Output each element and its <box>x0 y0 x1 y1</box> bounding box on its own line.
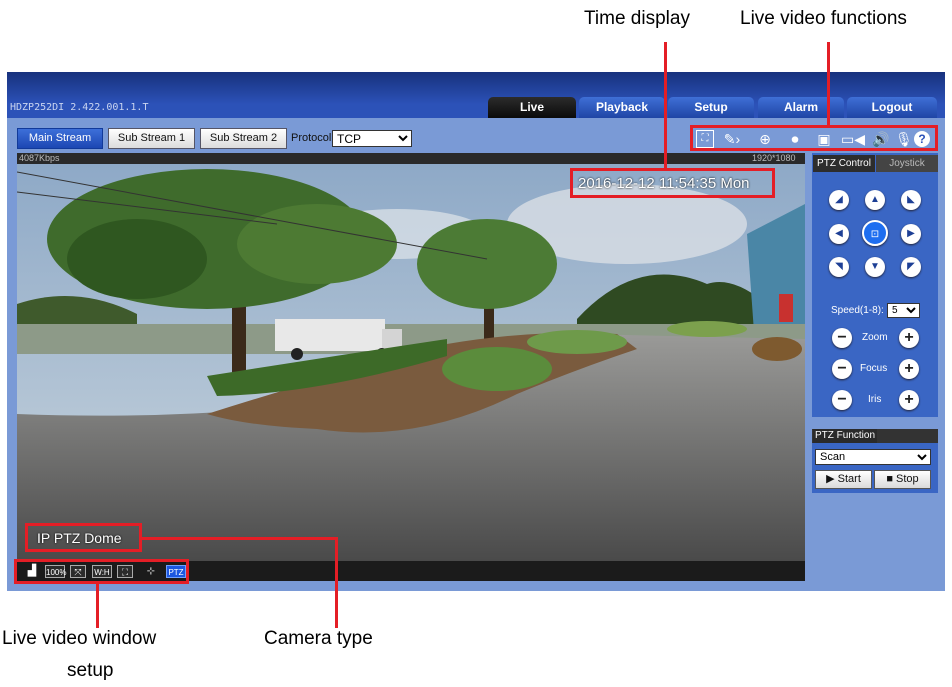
original-size-icon[interactable]: ▟ <box>23 565 41 578</box>
bitrate: 4087Kbps <box>19 153 60 163</box>
ptz-down-right-button[interactable]: ◤ <box>901 257 921 277</box>
tab-alarm[interactable]: Alarm <box>758 97 844 118</box>
tab-joystick[interactable]: Joystick <box>876 155 938 172</box>
stop-icon: ■ <box>886 473 897 485</box>
protocol-select[interactable]: TCP <box>332 130 412 147</box>
digital-zoom-icon[interactable]: ⊹ <box>141 565 161 578</box>
ptz-down-button[interactable]: ▼ <box>865 257 885 277</box>
tab-ptz-control[interactable]: PTZ Control <box>813 155 875 172</box>
ptz-up-right-button[interactable]: ◣ <box>901 190 921 210</box>
camera-type-label: IP PTZ Dome <box>37 530 122 546</box>
ptz-stop-button[interactable]: ■ Stop <box>874 470 931 489</box>
video-icon[interactable]: ▭◀ <box>840 130 866 148</box>
ptz-button[interactable]: PTZ <box>166 565 186 578</box>
leader-time-display <box>664 42 667 169</box>
stop-label: Stop <box>896 473 919 485</box>
resolution: 1920*1080 <box>752 153 796 163</box>
callout-live-video-functions: Live video functions <box>740 8 907 29</box>
leader-camera-type-vertical <box>335 537 338 628</box>
tab-setup[interactable]: Setup <box>668 97 754 118</box>
play-icon: ▶ <box>826 473 838 485</box>
zoom-out-button[interactable]: − <box>832 328 852 348</box>
iris-open-button[interactable]: + <box>899 390 919 410</box>
main-stream-button[interactable]: Main Stream <box>17 128 103 149</box>
tab-live[interactable]: Live <box>488 97 576 118</box>
speed-label: Speed(1-8): <box>831 305 884 316</box>
ptz-start-button[interactable]: ▶ Start <box>815 470 872 489</box>
leader-camera-type-horizontal <box>141 537 337 540</box>
fit-100-button[interactable]: 100% <box>45 565 66 578</box>
focus-far-button[interactable]: + <box>899 359 919 379</box>
callout-live-video-window-setup-line2: setup <box>67 660 114 681</box>
callout-live-video-window-setup: Live video window <box>2 628 157 649</box>
ptz-left-button[interactable]: ◀ <box>829 224 849 244</box>
protocol-label: Protocol <box>291 132 332 144</box>
fit-window-icon[interactable]: ⤧ <box>70 565 86 578</box>
ptz-up-button[interactable]: ▲ <box>865 190 885 210</box>
ptz-function-title: PTZ Function <box>813 429 877 443</box>
ptz-right-button[interactable]: ▶ <box>901 224 921 244</box>
focus-label: Focus <box>860 363 888 374</box>
video-frame-image <box>17 164 805 561</box>
record-icon[interactable]: ⏺ <box>783 130 807 148</box>
tab-logout[interactable]: Logout <box>847 97 937 118</box>
ptz-function-select[interactable]: Scan <box>815 449 931 465</box>
speed-select[interactable]: 5 <box>887 303 920 318</box>
sub-stream-1-button[interactable]: Sub Stream 1 <box>108 128 195 149</box>
sub-stream-2-button[interactable]: Sub Stream 2 <box>200 128 287 149</box>
audio-icon[interactable]: 🔊 <box>870 130 892 148</box>
fullscreen-icon[interactable]: ⛶ <box>696 130 714 148</box>
aspect-ratio-button[interactable]: W:H <box>92 565 112 578</box>
full-window-icon[interactable]: ⛶ <box>117 565 133 578</box>
start-label: Start <box>837 473 861 485</box>
pen-icon[interactable]: ✎› <box>719 130 745 148</box>
video-info-bar <box>17 153 805 164</box>
snapshot-icon[interactable]: ▣ <box>812 130 836 148</box>
live-video[interactable] <box>17 164 805 561</box>
zoom-label: Zoom <box>862 332 888 343</box>
ptz-center-zoom-icon[interactable]: ⊡ <box>862 220 888 246</box>
callout-camera-type: Camera type <box>264 628 373 649</box>
microphone-icon[interactable]: 🎙 <box>895 130 913 148</box>
leader-video-window-setup <box>96 583 99 628</box>
iris-close-button[interactable]: − <box>832 390 852 410</box>
zoom-icon[interactable]: ⊕ <box>752 130 778 148</box>
ptz-down-left-button[interactable]: ◥ <box>829 257 849 277</box>
device-info: HDZP252DI 2.422.001.1.T <box>10 102 149 113</box>
time-display: 2016-12-12 11:54:35 Mon <box>578 175 750 192</box>
leader-live-video-functions <box>827 42 830 126</box>
tab-playback[interactable]: Playback <box>579 97 665 118</box>
iris-label: Iris <box>868 394 882 405</box>
callout-time-display: Time display <box>584 8 690 29</box>
ptz-up-left-button[interactable]: ◢ <box>829 190 849 210</box>
help-icon[interactable]: ? <box>914 131 930 147</box>
zoom-in-button[interactable]: + <box>899 328 919 348</box>
focus-near-button[interactable]: − <box>832 359 852 379</box>
